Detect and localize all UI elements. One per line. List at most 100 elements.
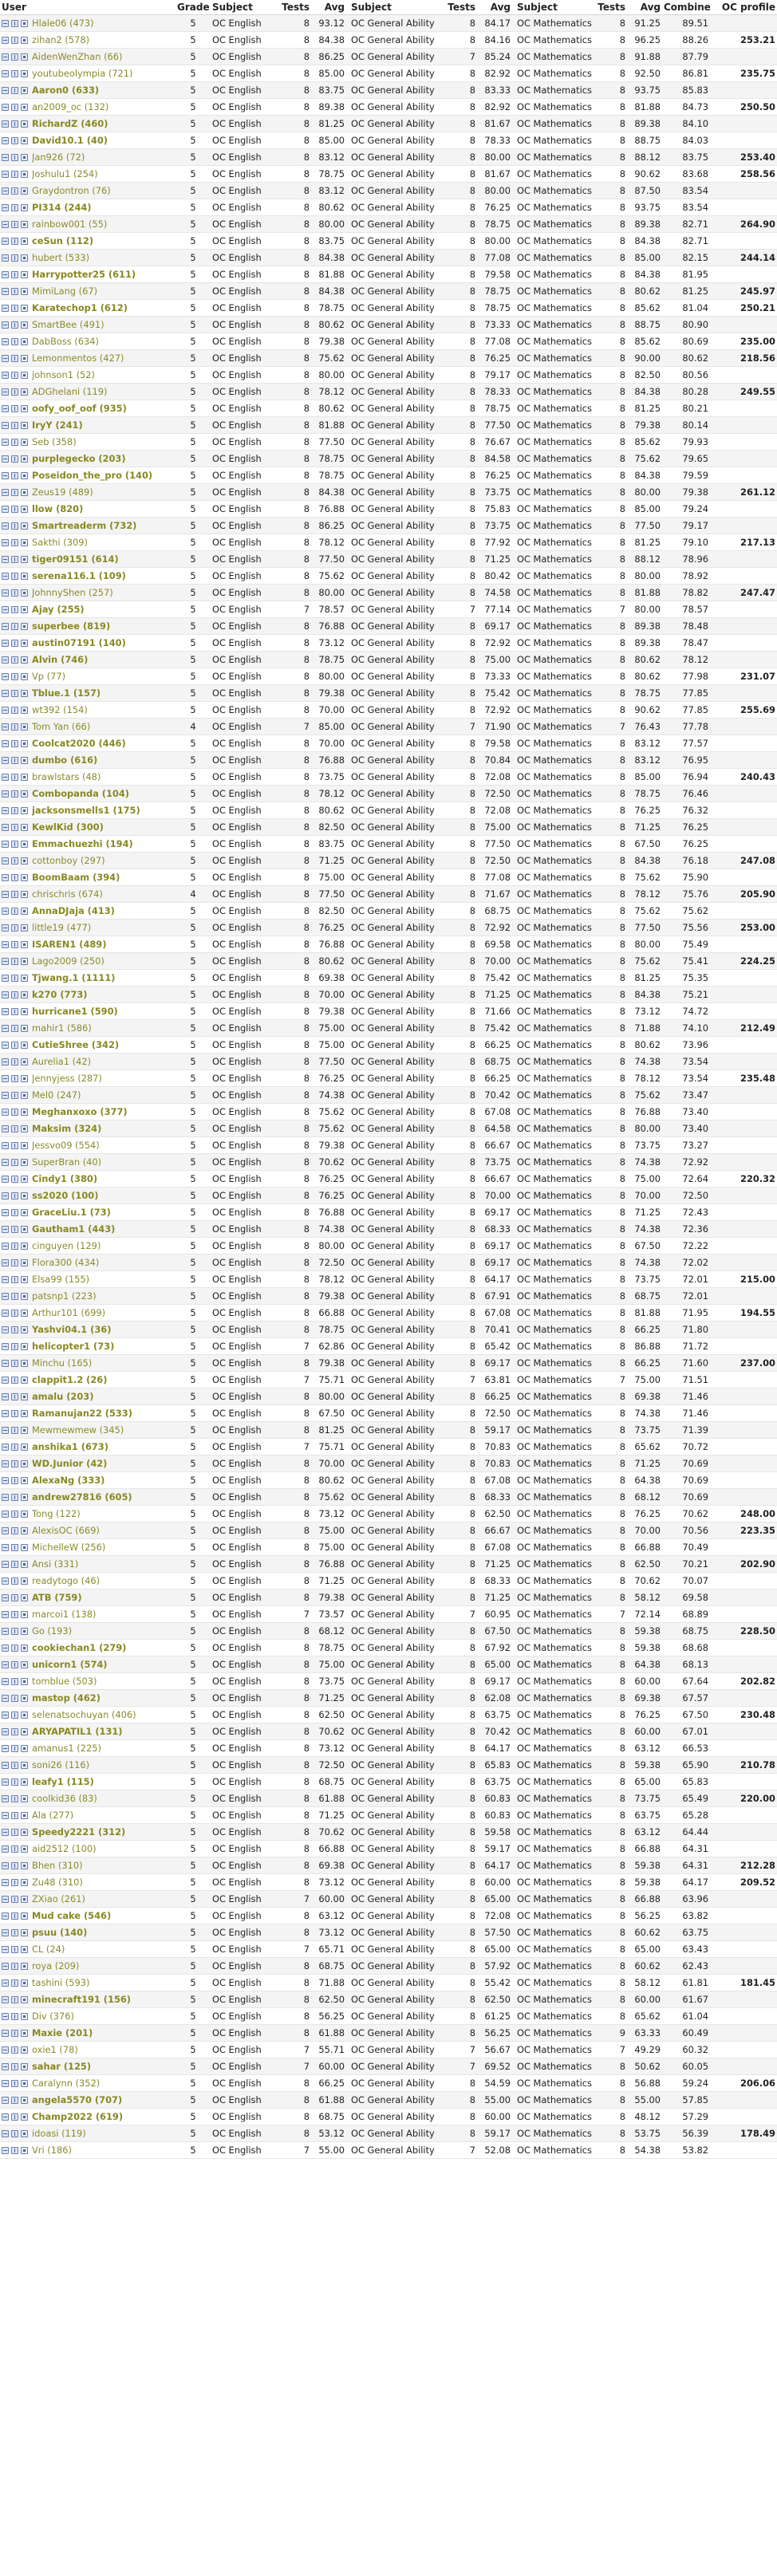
profile-icon[interactable] [21, 1158, 28, 1166]
add-icon[interactable] [11, 656, 18, 664]
add-icon[interactable] [11, 1744, 18, 1752]
add-icon[interactable] [11, 1694, 18, 1702]
add-icon[interactable] [11, 672, 18, 680]
add-icon[interactable] [11, 2113, 18, 2121]
chart-icon[interactable] [2, 1828, 9, 1836]
add-icon[interactable] [11, 1962, 18, 1970]
user-link[interactable]: tiger09151 (614) [32, 553, 119, 565]
user-link[interactable]: AlexaNg (333) [32, 1475, 105, 1486]
profile-icon[interactable] [21, 1912, 28, 1920]
chart-icon[interactable] [2, 2012, 9, 2020]
user-link[interactable]: Mud cake (546) [32, 1910, 111, 1921]
add-icon[interactable] [11, 1275, 18, 1283]
chart-icon[interactable] [2, 1459, 9, 1467]
add-icon[interactable] [11, 36, 18, 44]
profile-icon[interactable] [21, 1058, 28, 1065]
profile-icon[interactable] [21, 2146, 28, 2154]
user-link[interactable]: minecraft191 (156) [32, 1994, 131, 2005]
add-icon[interactable] [11, 455, 18, 463]
profile-icon[interactable] [21, 857, 28, 865]
chart-icon[interactable] [2, 404, 9, 412]
chart-icon[interactable] [2, 388, 9, 396]
chart-icon[interactable] [2, 806, 9, 814]
user-link[interactable]: Tjwang.1 (1111) [32, 972, 115, 983]
add-icon[interactable] [11, 1577, 18, 1585]
profile-icon[interactable] [21, 220, 28, 228]
col-avg-2[interactable]: Avg [477, 0, 512, 15]
add-icon[interactable] [11, 404, 18, 412]
profile-icon[interactable] [21, 1627, 28, 1635]
user-link[interactable]: ceSun (112) [32, 235, 93, 246]
profile-icon[interactable] [21, 1292, 28, 1300]
add-icon[interactable] [11, 1610, 18, 1618]
add-icon[interactable] [11, 957, 18, 965]
user-link[interactable]: zihan2 (578) [32, 34, 89, 45]
user-link[interactable]: tashini (593) [32, 1977, 89, 1988]
chart-icon[interactable] [2, 1660, 9, 1668]
user-link[interactable]: andrew27816 (605) [32, 1491, 132, 1503]
user-link[interactable]: Flora300 (434) [32, 1257, 99, 1268]
profile-icon[interactable] [21, 153, 28, 161]
add-icon[interactable] [11, 773, 18, 781]
user-link[interactable]: mahir1 (586) [32, 1022, 92, 1034]
chart-icon[interactable] [2, 1058, 9, 1065]
user-link[interactable]: hubert (533) [32, 252, 89, 263]
profile-icon[interactable] [21, 1962, 28, 1970]
add-icon[interactable] [11, 739, 18, 747]
chart-icon[interactable] [2, 538, 9, 546]
user-link[interactable]: soni26 (116) [32, 1759, 89, 1771]
user-link[interactable]: Elsa99 (155) [32, 1274, 89, 1285]
chart-icon[interactable] [2, 2062, 9, 2070]
profile-icon[interactable] [21, 689, 28, 697]
chart-icon[interactable] [2, 857, 9, 865]
profile-icon[interactable] [21, 1409, 28, 1417]
user-link[interactable]: readytogo (46) [32, 1575, 100, 1586]
chart-icon[interactable] [2, 203, 9, 211]
profile-icon[interactable] [21, 1510, 28, 1518]
chart-icon[interactable] [2, 1292, 9, 1300]
profile-icon[interactable] [21, 1275, 28, 1283]
user-link[interactable]: Poseidon_the_pro (140) [32, 470, 152, 481]
chart-icon[interactable] [2, 1861, 9, 1869]
profile-icon[interactable] [21, 170, 28, 178]
chart-icon[interactable] [2, 103, 9, 111]
user-link[interactable]: coolkid36 (83) [32, 1793, 97, 1804]
user-link[interactable]: Zu48 (310) [32, 1877, 83, 1888]
user-link[interactable]: cookiechan1 (279) [32, 1642, 126, 1653]
profile-icon[interactable] [21, 1007, 28, 1015]
user-link[interactable]: Sakthi (309) [32, 537, 88, 548]
chart-icon[interactable] [2, 1778, 9, 1786]
col-subject-1[interactable]: Subject [211, 0, 276, 15]
add-icon[interactable] [11, 1660, 18, 1668]
chart-icon[interactable] [2, 940, 9, 948]
chart-icon[interactable] [2, 1158, 9, 1166]
add-icon[interactable] [11, 1443, 18, 1451]
chart-icon[interactable] [2, 2029, 9, 2037]
col-tests-3[interactable]: Tests [595, 0, 627, 15]
add-icon[interactable] [11, 1459, 18, 1467]
col-avg-1[interactable]: Avg [311, 0, 346, 15]
profile-icon[interactable] [21, 2113, 28, 2121]
chart-icon[interactable] [2, 773, 9, 781]
profile-icon[interactable] [21, 873, 28, 881]
chart-icon[interactable] [2, 706, 9, 714]
add-icon[interactable] [11, 1845, 18, 1853]
chart-icon[interactable] [2, 1493, 9, 1501]
add-icon[interactable] [11, 1593, 18, 1601]
user-link[interactable]: amanus1 (225) [32, 1743, 101, 1754]
chart-icon[interactable] [2, 907, 9, 915]
add-icon[interactable] [11, 790, 18, 798]
add-icon[interactable] [11, 354, 18, 362]
add-icon[interactable] [11, 589, 18, 597]
user-link[interactable]: Lago2009 (250) [32, 955, 105, 967]
chart-icon[interactable] [2, 36, 9, 44]
profile-icon[interactable] [21, 2129, 28, 2137]
profile-icon[interactable] [21, 1342, 28, 1350]
profile-icon[interactable] [21, 1242, 28, 1250]
add-icon[interactable] [11, 1024, 18, 1032]
add-icon[interactable] [11, 136, 18, 144]
user-link[interactable]: amalu (203) [32, 1391, 93, 1402]
chart-icon[interactable] [2, 823, 9, 831]
chart-icon[interactable] [2, 1225, 9, 1233]
user-link[interactable]: Arthur101 (699) [32, 1307, 105, 1318]
